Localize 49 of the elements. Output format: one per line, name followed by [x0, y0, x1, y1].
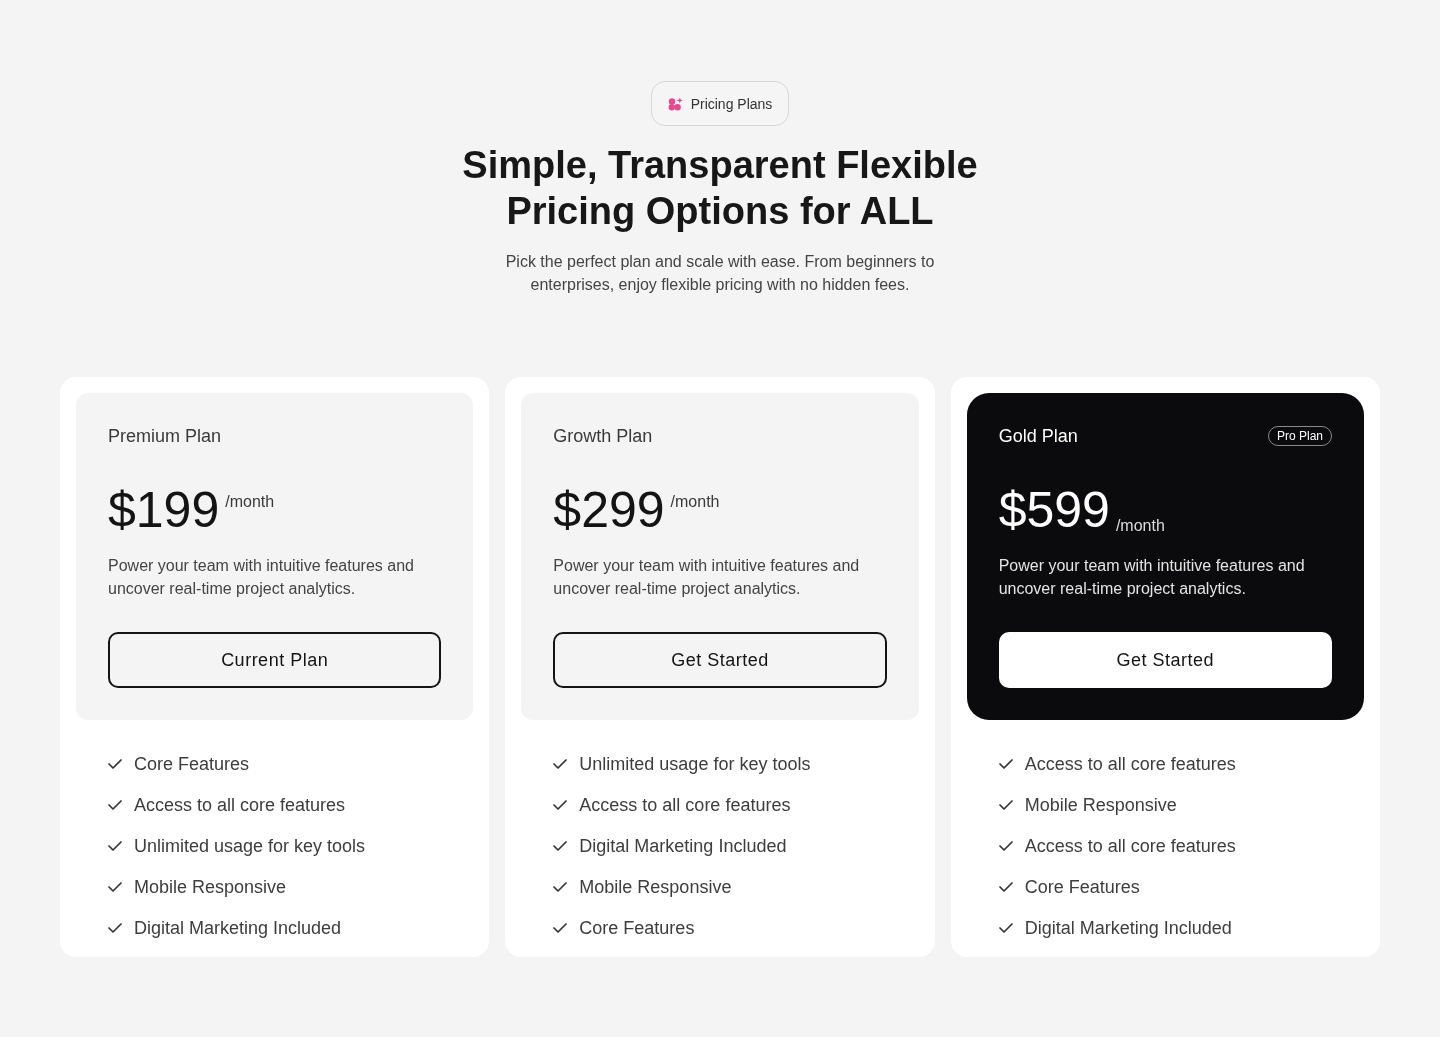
feature-text: Mobile Responsive [579, 876, 732, 899]
plan-button[interactable]: Current Plan [108, 632, 442, 688]
check-icon [553, 800, 568, 810]
dots-sparkle-icon [667, 96, 683, 111]
feature-text: Core Features [1024, 876, 1140, 899]
feature-text: Digital Marketing Included [134, 917, 342, 940]
check-icon [998, 800, 1013, 810]
check-icon [998, 923, 1013, 933]
check-icon [553, 882, 568, 892]
price-period: /month [670, 492, 720, 512]
plan-price: $299 [553, 482, 665, 538]
feature-text: Access to all core features [1024, 753, 1236, 776]
check-icon [108, 800, 122, 810]
check-icon [108, 882, 122, 892]
feature-text: Core Features [579, 917, 695, 940]
plan-button[interactable]: Get Started [998, 632, 1332, 688]
feature-text: Mobile Responsive [134, 876, 287, 899]
plan-name: Growth Plan [553, 425, 653, 448]
feature-text: Access to all core features [1024, 835, 1236, 858]
check-icon [553, 759, 568, 769]
plan-price: $599 [998, 482, 1110, 538]
feature-text: Core Features [134, 753, 250, 776]
feature-text: Unlimited usage for key tools [579, 753, 811, 776]
feature-text: Digital Marketing Included [1024, 917, 1232, 940]
check-icon [553, 841, 568, 851]
plan-description: Power your team with intuitive features and uncover real-time project analytics. [553, 556, 861, 599]
check-icon [108, 841, 122, 851]
plan-name: Premium Plan [108, 425, 222, 448]
check-icon [108, 759, 122, 769]
plan-description: Power your team with intuitive features and uncover real-time project analytics. [998, 556, 1306, 599]
check-icon [998, 759, 1013, 769]
plan-button[interactable]: Get Started [553, 632, 887, 688]
check-icon [998, 882, 1013, 892]
check-icon [998, 841, 1013, 851]
feature-text: Digital Marketing Included [579, 835, 787, 858]
plan-description: Power your team with intuitive features and uncover real-time project analytics. [108, 556, 415, 599]
feature-text: Mobile Responsive [1024, 794, 1177, 817]
badge-label: Pricing Plans [690, 95, 773, 112]
price-period: /month [225, 492, 275, 512]
feature-text: Access to all core features [579, 794, 791, 817]
plan-name: Gold Plan [998, 425, 1078, 448]
feature-text: Access to all core features [134, 794, 346, 817]
page-subtitle: Pick the perfect plan and scale with ease. From beginners to enterprises, enjoy flexible pricing with no hidden fees. [504, 252, 936, 295]
check-icon [108, 923, 122, 933]
check-icon [553, 923, 568, 933]
page-heading: Simple, Transparent Flexible Pricing Options for ALL [461, 143, 979, 234]
feature-text: Unlimited usage for key tools [134, 835, 366, 858]
price-period: /month [1115, 516, 1165, 536]
plan-price: $199 [108, 482, 220, 538]
